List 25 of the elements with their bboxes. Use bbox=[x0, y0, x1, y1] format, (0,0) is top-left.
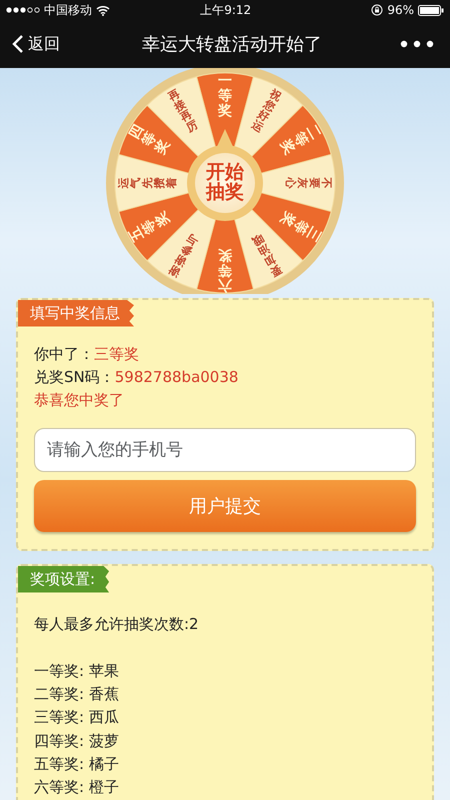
prize-item: 四等奖: 菠萝 bbox=[34, 730, 120, 752]
submit-button[interactable]: 用户提交 bbox=[34, 480, 416, 532]
prize-item: 二等奖: 香蕉 bbox=[34, 684, 120, 705]
segment-label: 六等奖 bbox=[218, 247, 232, 293]
section-tag: 奖项设置: bbox=[18, 566, 110, 592]
prize-item: 一等奖: 苹果 bbox=[34, 660, 120, 682]
prize-item: 三等奖: 西瓜 bbox=[34, 707, 120, 728]
segment-label: 不要灰心 bbox=[284, 178, 333, 188]
field-label: 你中了： bbox=[34, 344, 94, 364]
draw-limit-text: 每人最多允许抽奖次数:2 bbox=[34, 614, 200, 634]
segment-label: 运气先攒着 bbox=[117, 178, 178, 188]
page-title: 幸运大转盘活动开始了 bbox=[142, 34, 322, 54]
clock-time: 上午9:12 bbox=[200, 2, 252, 19]
field-value: 5982788ba0038 bbox=[114, 366, 238, 388]
phone-input-field[interactable]: 请输入您的手机号 bbox=[34, 428, 416, 472]
battery-percent: 96% bbox=[387, 2, 414, 19]
back-button[interactable]: 返回 bbox=[8, 28, 64, 60]
prize-item: 六等奖: 橙子 bbox=[34, 777, 120, 798]
field-label: 兑奖SN码： bbox=[34, 366, 115, 388]
congrats-message: 恭喜您中奖了 bbox=[34, 390, 125, 411]
field-value: 三等奖 bbox=[94, 344, 139, 364]
section-tag: 填写中奖信息 bbox=[18, 300, 134, 326]
prize-item: 五等奖: 橘子 bbox=[34, 754, 120, 775]
segment-label: 一等奖 bbox=[218, 73, 232, 119]
carrier-name: 中国移动 bbox=[44, 2, 92, 19]
